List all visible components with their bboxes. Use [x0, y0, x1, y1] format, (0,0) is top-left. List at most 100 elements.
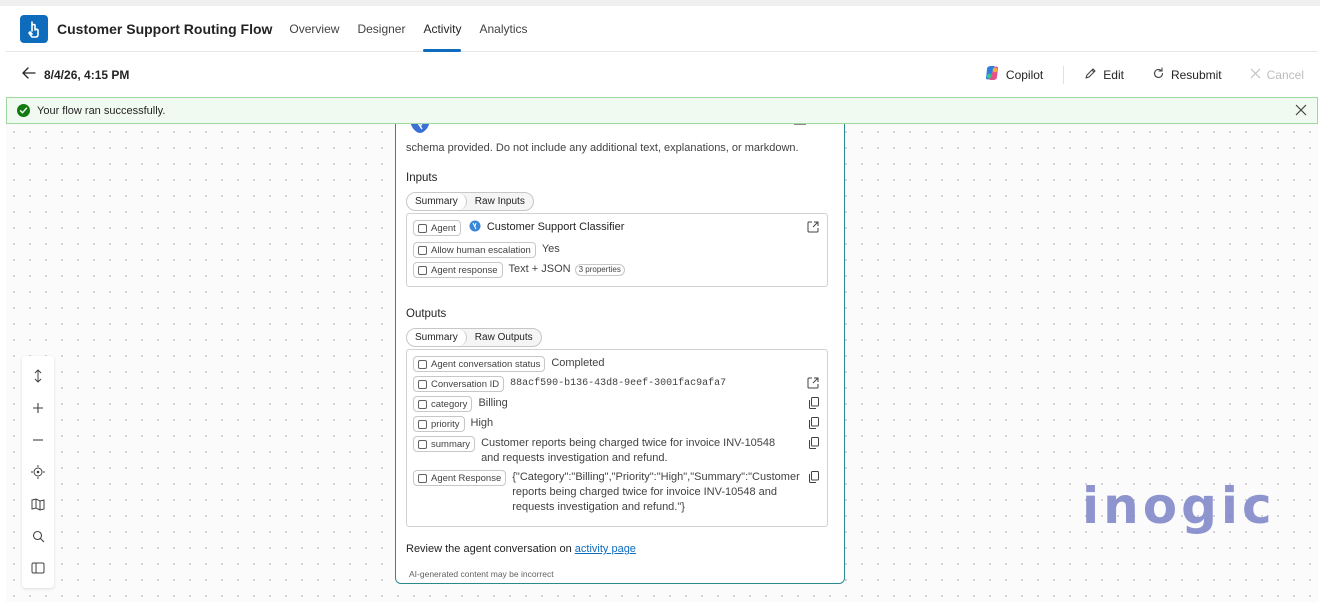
response-field-icon [418, 473, 427, 483]
outputs-title: Outputs [406, 308, 447, 320]
close-banner-icon[interactable] [1295, 104, 1307, 119]
agent-icon [408, 124, 432, 135]
priority-chip: priority [413, 416, 465, 432]
flow-app-icon [20, 14, 48, 43]
escalation-value: Yes [541, 243, 560, 255]
zoom-in-icon[interactable] [26, 396, 50, 420]
text-field-icon [418, 265, 427, 275]
outputs-summary-tab[interactable]: Summary [407, 329, 467, 346]
summary-value: Customer reports being charged twice for… [481, 437, 776, 464]
agent-logo-icon [469, 220, 481, 232]
minimap-icon[interactable] [26, 492, 50, 516]
agent-response-output-value: {"Category":"Billing","Priority":"High",… [512, 471, 800, 513]
resubmit-label: Resubmit [1170, 67, 1222, 82]
zoom-out-icon[interactable] [26, 428, 50, 452]
checkbox-icon [418, 359, 427, 369]
agent-action-card: schema provided. Do not include any addi… [395, 124, 845, 584]
agent-value: Customer Support Classifier [486, 221, 625, 233]
expand-icon[interactable] [794, 124, 806, 125]
output-row-priority: priority High [413, 416, 821, 432]
summary-label: summary [431, 438, 471, 450]
back-button[interactable]: 8/4/26, 4:15 PM [22, 67, 129, 82]
flow-canvas[interactable]: schema provided. Do not include any addi… [6, 124, 1318, 602]
activity-page-link[interactable]: activity page [575, 543, 636, 555]
fit-height-icon[interactable] [26, 364, 50, 388]
outputs-view-toggle: Summary Raw Outputs [406, 328, 542, 347]
copilot-button[interactable]: Copilot [970, 65, 1057, 84]
agent-response-output-label: Agent Response [431, 472, 502, 484]
inputs-title: Inputs [406, 172, 438, 184]
dismiss-icon [1250, 68, 1261, 82]
input-row-agent-response: Agent response Text + JSON 3 properties [413, 262, 821, 278]
edit-label: Edit [1103, 67, 1124, 82]
output-row-category: category Billing [413, 396, 821, 412]
outputs-panel: Agent conversation status Completed Conv… [406, 349, 828, 527]
tab-analytics[interactable]: Analytics [470, 6, 536, 52]
copy-icon[interactable] [809, 471, 819, 486]
raw-inputs-tab[interactable]: Raw Inputs [467, 193, 533, 210]
inogic-watermark-logo: inogic [1082, 477, 1276, 535]
copy-icon[interactable] [809, 397, 819, 412]
pencil-icon [1084, 67, 1097, 83]
conversation-id-value: 88acf590-b136-43d8-9eef-3001fac9afa7 [510, 378, 727, 389]
id-field-icon [418, 379, 427, 389]
copy-icon[interactable] [809, 417, 819, 432]
search-icon[interactable] [26, 524, 50, 548]
resubmit-button[interactable]: Resubmit [1138, 66, 1236, 83]
copilot-label: Copilot [1005, 67, 1044, 82]
banner-message: Your flow ran successfully. [37, 104, 166, 117]
status-label: Agent conversation status [431, 358, 541, 370]
output-row-agent-response: Agent Response {"Category":"Billing","Pr… [413, 470, 821, 515]
open-external-icon[interactable] [807, 377, 819, 392]
agent-response-value: Text + JSON [508, 263, 571, 275]
summary-chip: summary [413, 436, 476, 452]
escalation-chip: Allow human escalation [413, 242, 536, 258]
text-field-icon [418, 419, 427, 429]
output-row-conversation-id: Conversation ID 88acf590-b136-43d8-9eef-… [413, 376, 821, 392]
run-timestamp: 8/4/26, 4:15 PM [44, 67, 130, 82]
refresh-icon [1152, 66, 1165, 83]
canvas-toolbar [22, 356, 54, 588]
cancel-button[interactable]: Cancel [1236, 68, 1318, 82]
panel-icon[interactable] [26, 556, 50, 580]
review-conversation-text: Review the agent conversation on activit… [406, 543, 636, 555]
agent-instructions-text: schema provided. Do not include any addi… [406, 142, 799, 154]
priority-label: priority [431, 418, 460, 430]
inputs-panel: Agent Customer Support Classifier Allow … [406, 213, 828, 287]
category-label: category [431, 398, 468, 410]
agent-field-icon [418, 223, 427, 233]
conversation-id-label: Conversation ID [431, 378, 500, 390]
output-row-summary: summary Customer reports being charged t… [413, 436, 821, 466]
raw-outputs-tab[interactable]: Raw Outputs [467, 329, 541, 346]
checkbox-icon [418, 245, 427, 255]
conversation-id-chip: Conversation ID [413, 376, 505, 392]
text-field-icon [418, 439, 427, 449]
agent-chip: Agent [413, 220, 461, 236]
open-external-icon[interactable] [807, 221, 819, 236]
status-chip: Agent conversation status [413, 356, 546, 372]
agent-label: Agent [431, 222, 456, 234]
success-banner: Your flow ran successfully. [6, 97, 1318, 124]
tab-designer[interactable]: Designer [348, 6, 414, 52]
status-value: Completed [551, 357, 605, 369]
agent-response-label: Agent response [431, 264, 498, 276]
agent-response-output-chip: Agent Response [413, 470, 507, 486]
category-value: Billing [478, 397, 508, 409]
priority-value: High [470, 417, 494, 429]
checkmark-circle-icon [17, 104, 30, 117]
app-title: Customer Support Routing Flow [57, 20, 273, 37]
review-text: Review the agent conversation on [406, 543, 572, 555]
arrow-left-icon [22, 67, 36, 82]
text-field-icon [418, 399, 427, 409]
agent-response-chip: Agent response [413, 262, 503, 278]
edit-button[interactable]: Edit [1070, 67, 1138, 83]
ai-disclaimer: AI-generated content may be incorrect [409, 569, 554, 579]
command-separator [1063, 65, 1065, 84]
copy-icon[interactable] [809, 437, 819, 452]
tab-activity[interactable]: Activity [414, 6, 470, 52]
recenter-icon[interactable] [26, 460, 50, 484]
inputs-summary-tab[interactable]: Summary [407, 193, 467, 210]
input-row-escalation: Allow human escalation Yes [413, 242, 821, 258]
tab-overview[interactable]: Overview [280, 6, 348, 52]
category-chip: category [413, 396, 473, 412]
